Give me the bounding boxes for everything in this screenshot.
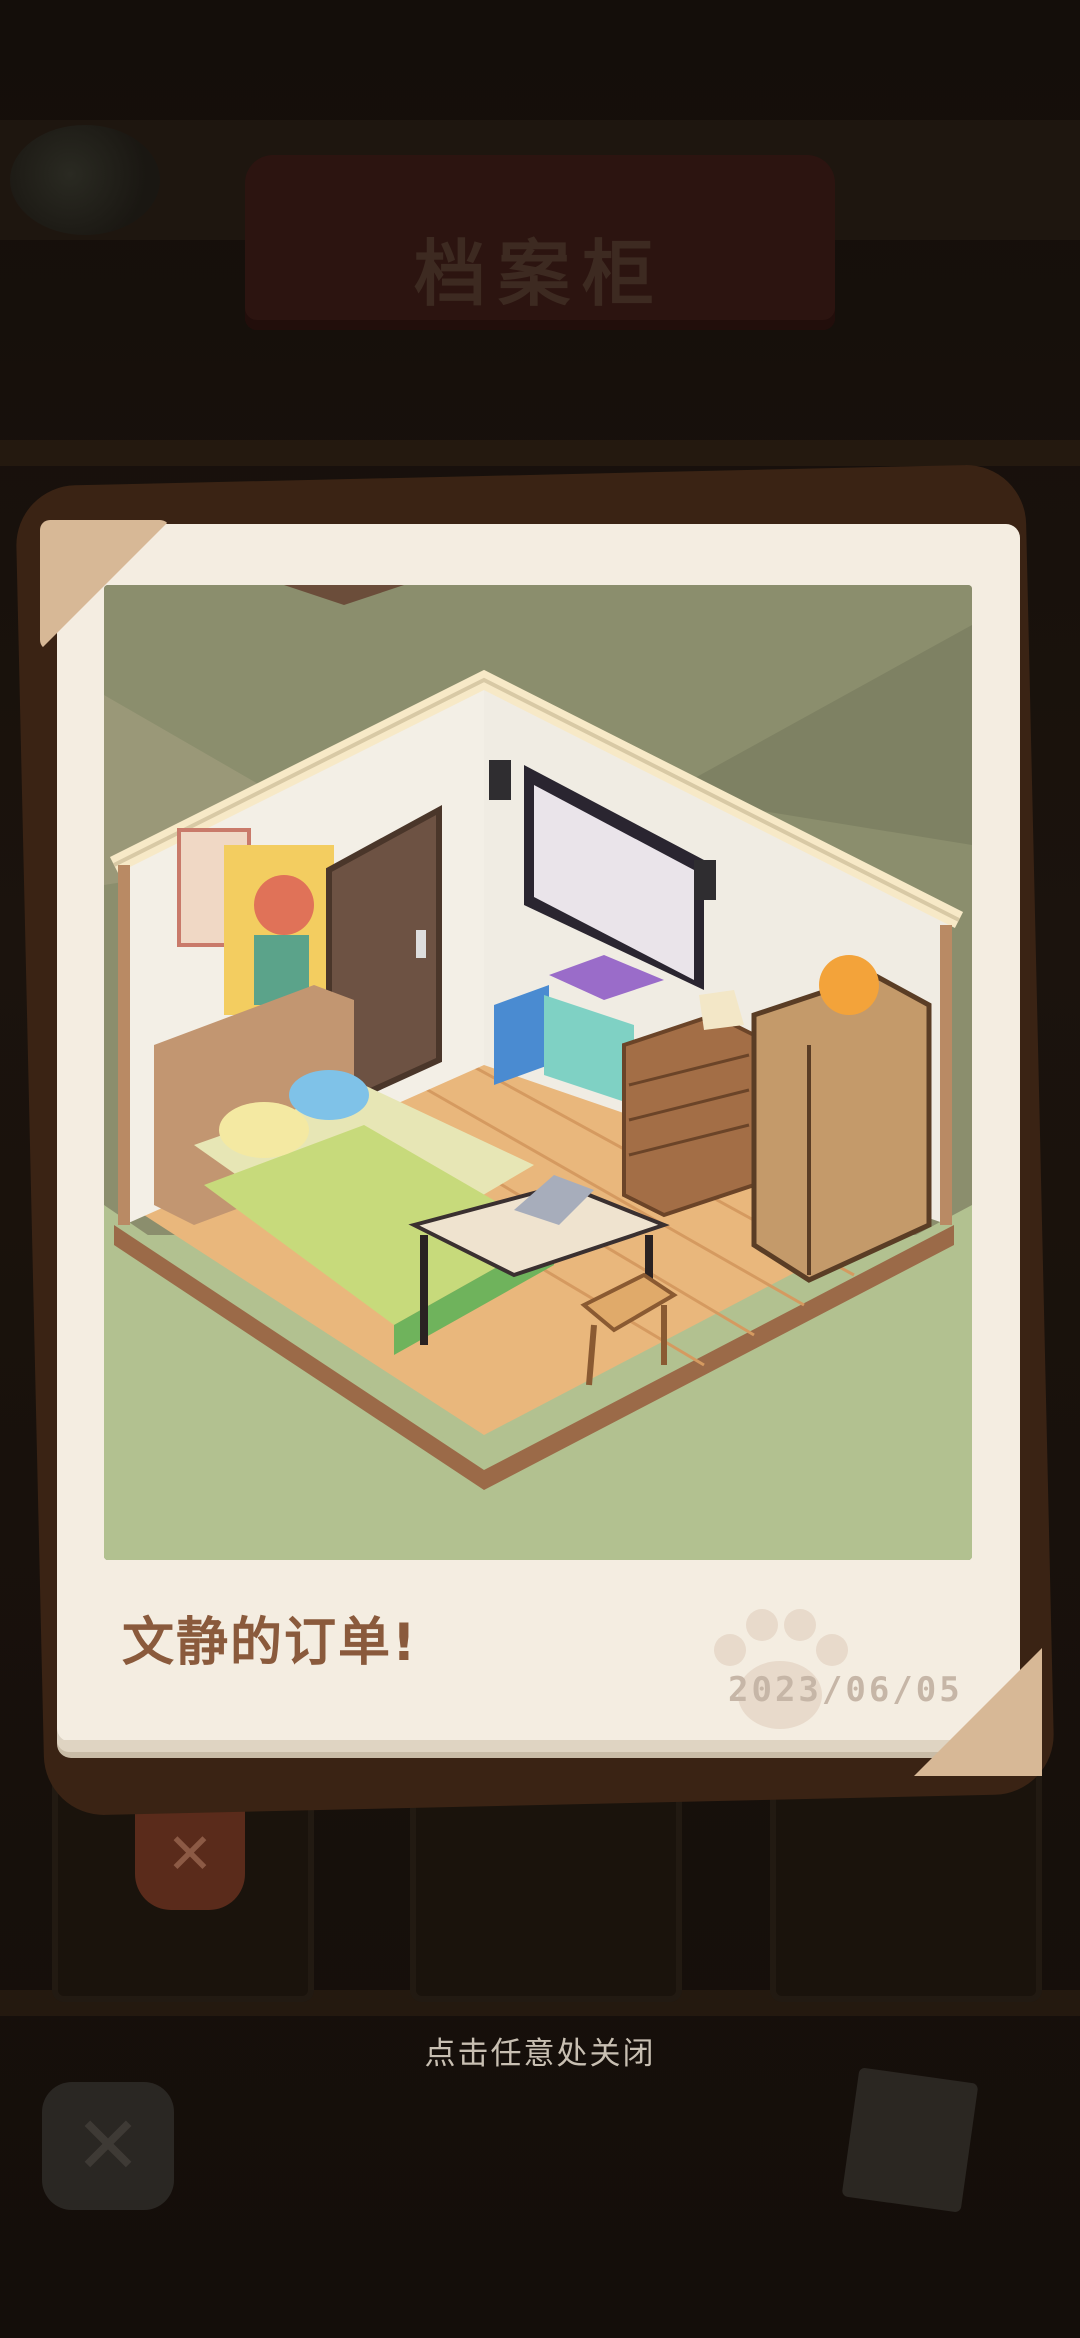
background-shelf <box>0 440 1080 466</box>
background-plant-icon <box>10 125 160 235</box>
photo-caption: 文静的订单! <box>122 1613 418 1673</box>
dismiss-hint[interactable]: 点击任意处关闭 <box>0 2028 1080 2073</box>
background-close-icon: ✕ <box>135 1800 245 1910</box>
room-illustration <box>104 585 972 1560</box>
background-title: 档案柜 <box>413 232 666 316</box>
photo-corner-tape <box>914 1648 1042 1776</box>
screen[interactable]: 档案柜 ✕ ✕ 文静的订单! 2023/06/05 点击任意处关闭 <box>0 0 1080 2338</box>
background-note-icon <box>841 2067 979 2213</box>
background-close-button-icon: ✕ <box>42 2082 174 2210</box>
photo-date: 2023/06/05 <box>728 1670 963 1710</box>
